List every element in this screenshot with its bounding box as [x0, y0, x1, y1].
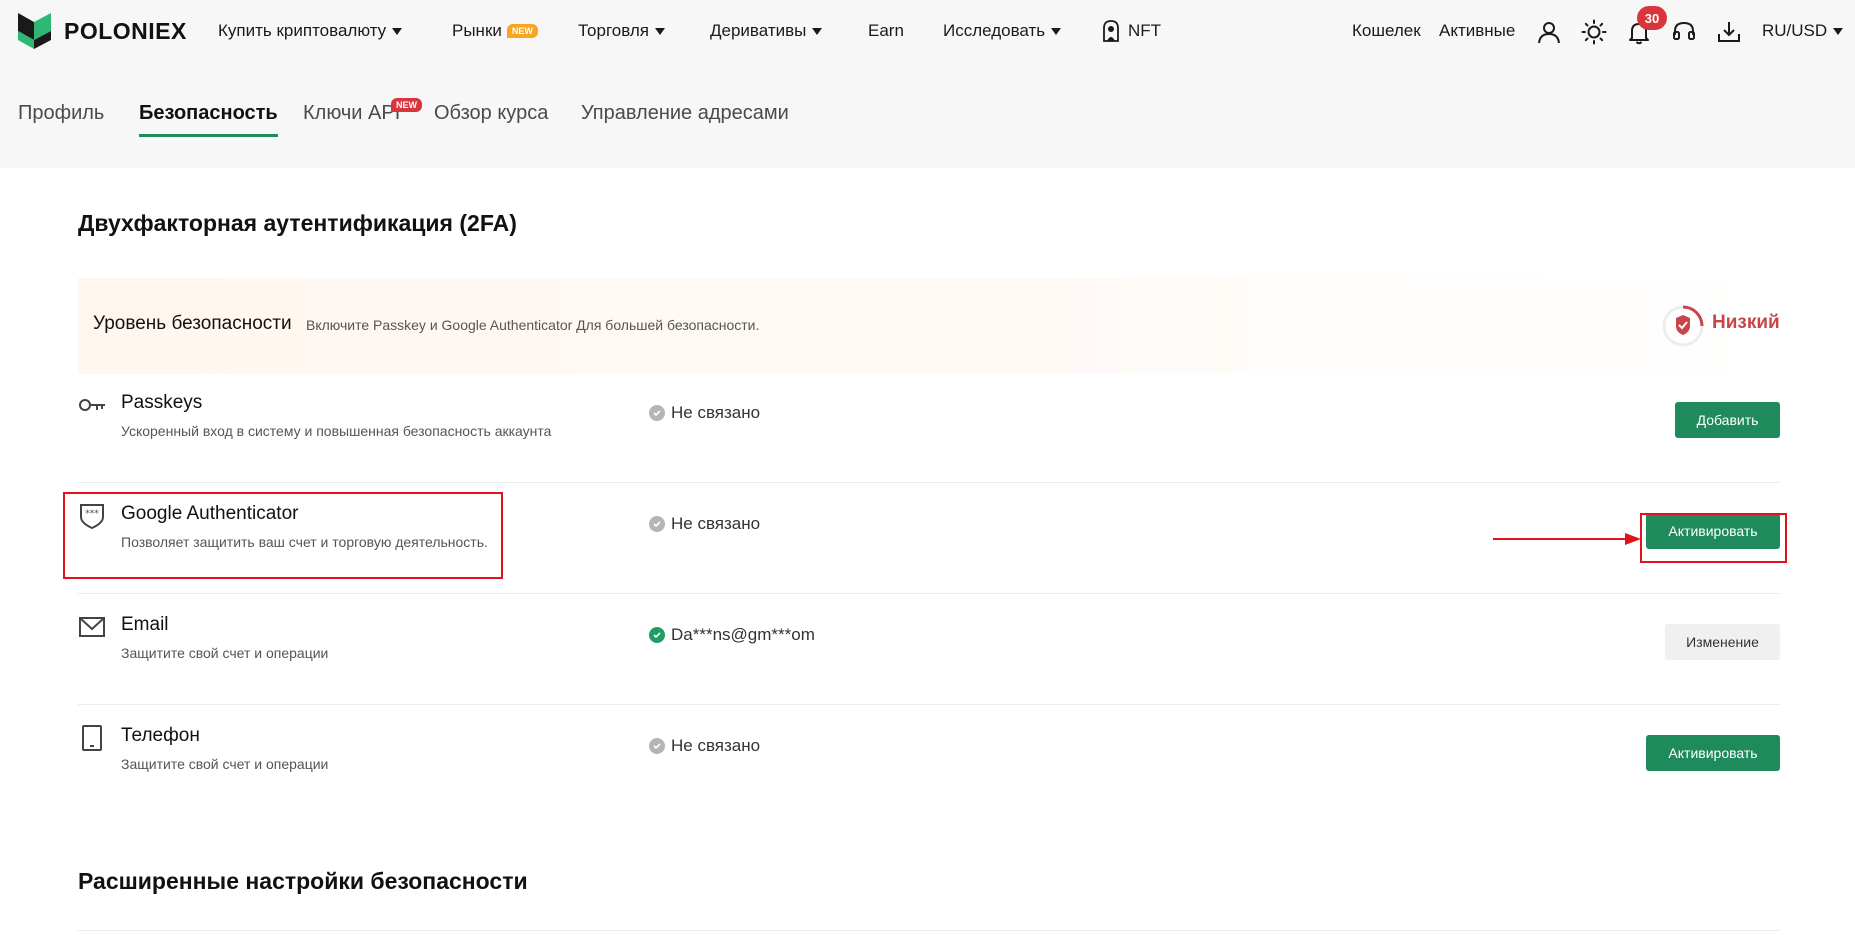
change-email-button[interactable]: Изменение	[1665, 624, 1780, 660]
nav-markets[interactable]: Рынки NEW	[452, 19, 538, 43]
nav-derivatives-label: Деривативы	[710, 21, 807, 40]
brand-name: POLONIEX	[64, 17, 187, 44]
tab-course-overview[interactable]: Обзор курса	[434, 102, 548, 136]
mail-icon	[79, 617, 105, 637]
nav-earn[interactable]: Earn	[868, 19, 904, 43]
tab-api-keys[interactable]: Ключи API	[303, 102, 400, 136]
top-navigation-bar: POLONIEX Купить криптовалюту Рынки NEW Т…	[0, 0, 1855, 62]
phone-title: Телефон	[121, 725, 200, 746]
tab-security[interactable]: Безопасность	[139, 102, 278, 137]
email-description: Защитите свой счет и операции	[121, 645, 329, 661]
nav-trading[interactable]: Торговля	[578, 19, 666, 43]
google-authenticator-status-text: Не связано	[671, 514, 761, 533]
check-circle-icon	[649, 627, 665, 643]
new-badge: NEW	[506, 24, 538, 38]
tab-address-management-label: Управление адресами	[581, 102, 789, 124]
nav-trading-label: Торговля	[578, 21, 650, 40]
advanced-security-section-title: Расширенные настройки безопасности	[78, 868, 528, 894]
poloniex-logo-icon	[18, 13, 51, 49]
check-circle-icon	[649, 738, 665, 754]
caret-down-icon	[1051, 27, 1062, 35]
locale-selector[interactable]: RU/USD	[1762, 19, 1844, 43]
security-level-title: Уровень безопасности	[93, 313, 292, 334]
phone-status-text: Не связано	[671, 736, 761, 755]
highlight-google-authenticator	[63, 492, 503, 579]
nav-derivatives[interactable]: Деривативы	[710, 19, 823, 43]
phone-icon	[82, 725, 102, 751]
headset-icon[interactable]	[1671, 19, 1697, 45]
annotation-arrow-icon	[1493, 533, 1641, 545]
nav-assets-label: Активные	[1439, 21, 1516, 40]
phone-status: Не связано	[649, 736, 760, 756]
user-icon[interactable]	[1536, 19, 1562, 45]
nav-buy-crypto[interactable]: Купить криптовалюту	[218, 19, 403, 43]
passkeys-status-text: Не связано	[671, 403, 761, 422]
email-title: Email	[121, 614, 169, 635]
caret-down-icon	[1833, 27, 1844, 35]
new-badge: NEW	[391, 98, 422, 112]
nav-wallet[interactable]: Кошелек	[1352, 19, 1421, 43]
twofa-row-email: Email Защитите свой счет и операции Da**…	[78, 594, 1780, 705]
email-status-text: Da***ns@gm***om	[671, 625, 815, 644]
security-level-card: Уровень безопасности Включите Passkey и …	[78, 278, 1780, 374]
nav-explore[interactable]: Исследовать	[943, 19, 1062, 43]
passkeys-status: Не связано	[649, 403, 760, 423]
notification-count-badge: 30	[1637, 6, 1667, 30]
nav-buy-crypto-label: Купить криптовалюту	[218, 21, 387, 40]
nav-explore-label: Исследовать	[943, 21, 1046, 40]
section-divider	[78, 930, 1780, 931]
nft-icon	[1103, 20, 1119, 42]
download-icon[interactable]	[1716, 19, 1742, 45]
passkeys-description: Ускоренный вход в систему и повышенная б…	[121, 423, 552, 439]
key-icon	[79, 399, 105, 411]
caret-down-icon	[392, 27, 403, 35]
nav-earn-label: Earn	[868, 21, 904, 40]
security-level-shield-icon	[1662, 305, 1704, 347]
security-level-description: Включите Passkey и Google Authenticator …	[306, 317, 760, 333]
tab-course-overview-label: Обзор курса	[434, 102, 549, 124]
twofa-row-passkeys: Passkeys Ускоренный вход в систему и пов…	[78, 372, 1780, 483]
nav-wallet-label: Кошелек	[1352, 21, 1421, 40]
caret-down-icon	[812, 27, 823, 35]
nav-assets[interactable]: Активные	[1439, 19, 1515, 43]
twofa-section-title: Двухфакторная аутентификация (2FA)	[78, 210, 517, 236]
check-circle-icon	[649, 516, 665, 532]
security-level-value: Низкий	[1712, 312, 1780, 333]
tab-address-management[interactable]: Управление адресами	[581, 102, 789, 136]
account-tabs: Профиль Безопасность Ключи API NEW Обзор…	[0, 62, 1855, 168]
email-status: Da***ns@gm***om	[649, 625, 815, 645]
highlight-activate-button	[1640, 513, 1787, 563]
nav-markets-label: Рынки	[452, 21, 502, 40]
active-tab-indicator	[139, 134, 278, 137]
nav-nft[interactable]: NFT	[1102, 19, 1161, 43]
activate-phone-button[interactable]: Активировать	[1646, 735, 1780, 771]
tab-api-keys-label: Ключи API	[303, 102, 401, 124]
passkeys-title: Passkeys	[121, 392, 203, 413]
google-authenticator-status: Не связано	[649, 514, 760, 534]
sun-icon[interactable]	[1581, 19, 1607, 45]
tab-security-label: Безопасность	[139, 102, 278, 124]
poloniex-logo[interactable]: POLONIEX	[18, 13, 187, 49]
tab-profile[interactable]: Профиль	[18, 102, 104, 136]
check-circle-icon	[649, 405, 665, 421]
nav-nft-label: NFT	[1128, 21, 1162, 40]
caret-down-icon	[655, 27, 666, 35]
locale-label: RU/USD	[1762, 21, 1828, 40]
tab-profile-label: Профиль	[18, 102, 105, 124]
phone-description: Защитите свой счет и операции	[121, 756, 329, 772]
add-passkey-button[interactable]: Добавить	[1675, 402, 1780, 438]
twofa-row-phone: Телефон Защитите свой счет и операции Не…	[78, 705, 1780, 816]
